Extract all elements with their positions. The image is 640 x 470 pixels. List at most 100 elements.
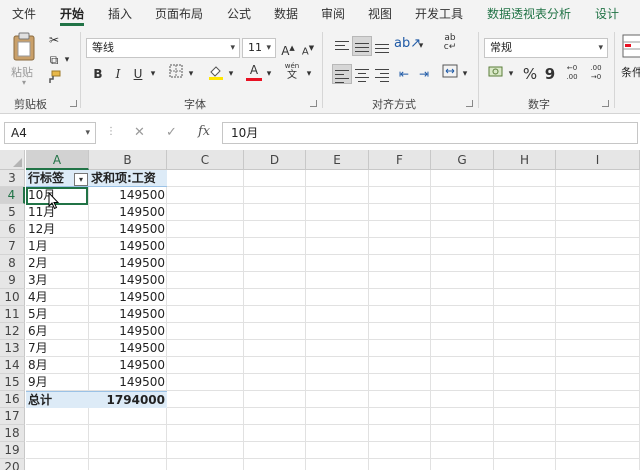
- increase-indent-icon[interactable]: ⇥: [414, 64, 434, 84]
- middle-align-icon[interactable]: [352, 36, 372, 56]
- copy-dropdown-icon[interactable]: ▾: [62, 50, 72, 70]
- pivot-value-cell[interactable]: 149500: [89, 221, 167, 238]
- enter-icon[interactable]: ✓: [166, 125, 177, 140]
- column-header-b[interactable]: B: [89, 150, 167, 170]
- tab-pivot-analyze[interactable]: 数据透视表分析: [487, 5, 571, 22]
- pivot-row-label-cell[interactable]: 3月: [26, 272, 89, 289]
- bottom-align-icon[interactable]: [372, 36, 392, 56]
- row-header-15[interactable]: 15: [0, 374, 25, 391]
- pivot-row-label-cell[interactable]: 8月: [26, 357, 89, 374]
- row-labels-filter-button[interactable]: ▾: [74, 173, 88, 186]
- row-header-14[interactable]: 14: [0, 357, 25, 374]
- font-size-dropdown[interactable]: 11 ▾: [242, 38, 276, 58]
- pivot-row-label-cell[interactable]: 2月: [26, 255, 89, 272]
- underline-dropdown-icon[interactable]: ▾: [148, 64, 158, 84]
- row-header-8[interactable]: 8: [0, 255, 25, 272]
- pivot-row-label-cell[interactable]: 4月: [26, 289, 89, 306]
- align-left-icon[interactable]: [332, 64, 352, 84]
- column-header-a[interactable]: A: [26, 150, 89, 170]
- pivot-row-label-cell[interactable]: 1月: [26, 238, 89, 255]
- number-format-dropdown[interactable]: 常规 ▾: [484, 38, 608, 58]
- row-header-13[interactable]: 13: [0, 340, 25, 357]
- font-color-dropdown-icon[interactable]: ▾: [264, 64, 274, 84]
- pivot-total-label[interactable]: 总计: [26, 391, 89, 408]
- row-header-11[interactable]: 11: [0, 306, 25, 323]
- row-header-10[interactable]: 10: [0, 289, 25, 306]
- pivot-value-cell[interactable]: 149500: [89, 238, 167, 255]
- font-color-icon[interactable]: A: [244, 62, 264, 82]
- name-box[interactable]: A4 ▾: [4, 122, 96, 144]
- pivot-row-label-cell[interactable]: 12月: [26, 221, 89, 238]
- row-header-9[interactable]: 9: [0, 272, 25, 289]
- row-header-18[interactable]: 18: [0, 425, 25, 442]
- increase-font-size-button[interactable]: A▲: [278, 38, 298, 58]
- tab-insert[interactable]: 插入: [108, 5, 132, 22]
- decrease-font-size-button[interactable]: A▼: [298, 38, 318, 58]
- column-header-f[interactable]: F: [369, 150, 431, 170]
- conditional-formatting-button[interactable]: 条件: [618, 32, 640, 92]
- cut-icon[interactable]: ✂: [44, 30, 64, 50]
- clipboard-launcher-icon[interactable]: [70, 100, 77, 107]
- align-center-icon[interactable]: [352, 64, 372, 84]
- insert-function-icon[interactable]: fx: [198, 124, 210, 139]
- wrap-text-icon[interactable]: ab c↵: [440, 34, 460, 54]
- pivot-value-cell[interactable]: 149500: [89, 272, 167, 289]
- pivot-value-cell[interactable]: 149500: [89, 187, 167, 204]
- decrease-decimal-button[interactable]: .00 →0: [586, 64, 606, 84]
- accounting-format-icon[interactable]: [486, 64, 506, 84]
- pivot-row-label-cell[interactable]: 7月: [26, 340, 89, 357]
- column-header-g[interactable]: G: [431, 150, 494, 170]
- row-header-6[interactable]: 6: [0, 221, 25, 238]
- phonetic-dropdown-icon[interactable]: ▾: [304, 64, 314, 84]
- row-header-16[interactable]: 16: [0, 391, 25, 408]
- number-launcher-icon[interactable]: [602, 100, 609, 107]
- row-header-20[interactable]: 20: [0, 459, 25, 470]
- tab-developer[interactable]: 开发工具: [415, 5, 463, 22]
- pivot-value-cell[interactable]: 149500: [89, 289, 167, 306]
- fill-color-icon[interactable]: [206, 64, 226, 84]
- fill-color-dropdown-icon[interactable]: ▾: [226, 64, 236, 84]
- row-header-3[interactable]: 3: [0, 170, 25, 187]
- tab-view[interactable]: 视图: [368, 5, 392, 22]
- pivot-value-cell[interactable]: 149500: [89, 340, 167, 357]
- pivot-value-cell[interactable]: 149500: [89, 323, 167, 340]
- comma-style-button[interactable]: 9: [540, 64, 560, 84]
- row-header-17[interactable]: 17: [0, 408, 25, 425]
- pivot-value-cell[interactable]: 149500: [89, 357, 167, 374]
- copy-icon[interactable]: ⧉: [44, 50, 64, 70]
- row-header-12[interactable]: 12: [0, 323, 25, 340]
- row-header-4[interactable]: 4: [0, 187, 25, 204]
- select-all-button[interactable]: [0, 150, 25, 170]
- bold-button[interactable]: B: [88, 64, 108, 84]
- tab-design[interactable]: 设计: [595, 5, 619, 22]
- pivot-total-value[interactable]: 1794000: [89, 391, 167, 408]
- accounting-dropdown-icon[interactable]: ▾: [506, 64, 516, 84]
- tab-page-layout[interactable]: 页面布局: [155, 5, 203, 22]
- tab-file[interactable]: 文件: [12, 5, 36, 22]
- tab-review[interactable]: 审阅: [321, 5, 345, 22]
- merge-center-icon[interactable]: [440, 64, 460, 84]
- column-header-i[interactable]: I: [556, 150, 640, 170]
- format-painter-icon[interactable]: [44, 70, 64, 90]
- pivot-value-cell[interactable]: 149500: [89, 204, 167, 221]
- increase-decimal-button[interactable]: ←0 .00: [562, 64, 582, 84]
- column-header-c[interactable]: C: [167, 150, 244, 170]
- borders-dropdown-icon[interactable]: ▾: [186, 64, 196, 84]
- underline-button[interactable]: U: [128, 64, 148, 84]
- tab-home[interactable]: 开始: [60, 5, 85, 26]
- align-right-icon[interactable]: [372, 64, 392, 84]
- italic-button[interactable]: I: [108, 64, 128, 84]
- pivot-value-cell[interactable]: 149500: [89, 255, 167, 272]
- merge-dropdown-icon[interactable]: ▾: [460, 64, 470, 84]
- font-launcher-icon[interactable]: [310, 100, 317, 107]
- row-header-7[interactable]: 7: [0, 238, 25, 255]
- pivot-row-label-cell[interactable]: 6月: [26, 323, 89, 340]
- orientation-icon[interactable]: ab↗: [394, 34, 421, 54]
- column-header-d[interactable]: D: [244, 150, 306, 170]
- tab-data[interactable]: 数据: [274, 5, 298, 22]
- pivot-row-label-cell[interactable]: 9月: [26, 374, 89, 391]
- cancel-icon[interactable]: ✕: [134, 125, 145, 140]
- font-name-dropdown[interactable]: 等线 ▾: [86, 38, 240, 58]
- percent-style-button[interactable]: %: [520, 64, 540, 84]
- row-header-19[interactable]: 19: [0, 442, 25, 459]
